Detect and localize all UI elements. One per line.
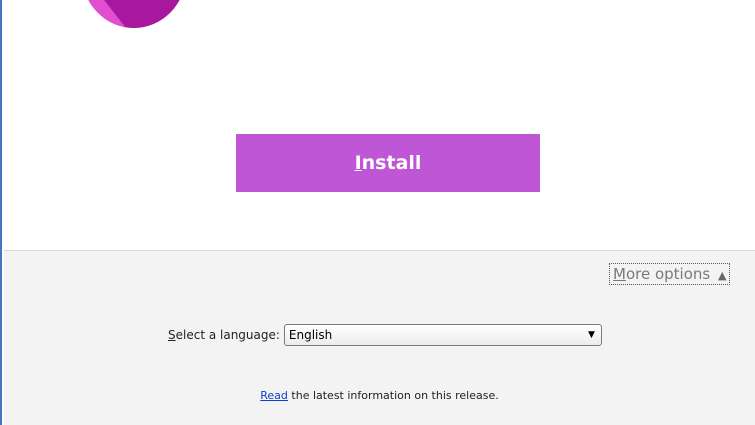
more-options-label: More options bbox=[613, 265, 711, 283]
installer-header-area: Install bbox=[4, 0, 755, 250]
language-row: Select a language: English ▼ bbox=[168, 323, 602, 347]
install-button-mnemonic: I bbox=[354, 152, 362, 174]
install-button-rest: nstall bbox=[361, 152, 422, 174]
install-button[interactable]: Install bbox=[236, 134, 540, 192]
language-dropdown[interactable]: English ▼ bbox=[283, 324, 602, 346]
app-logo bbox=[82, 0, 186, 28]
logo-stripe bbox=[82, 0, 142, 28]
read-link[interactable]: Read bbox=[260, 389, 288, 402]
chevron-up-icon: ▲ bbox=[718, 269, 727, 282]
installer-options-area: More options ▲ Select a language: Englis… bbox=[4, 251, 755, 425]
dropdown-arrow-icon: ▼ bbox=[588, 330, 595, 340]
installer-window: Install More options ▲ Select a language… bbox=[0, 0, 755, 425]
release-info-text: the latest information on this release. bbox=[287, 389, 499, 402]
language-selected-value: English bbox=[288, 328, 333, 342]
more-options-toggle[interactable]: More options ▲ bbox=[609, 263, 731, 285]
language-label: Select a language: bbox=[168, 328, 280, 342]
release-info-line: Read the latest information on this rele… bbox=[4, 389, 755, 402]
